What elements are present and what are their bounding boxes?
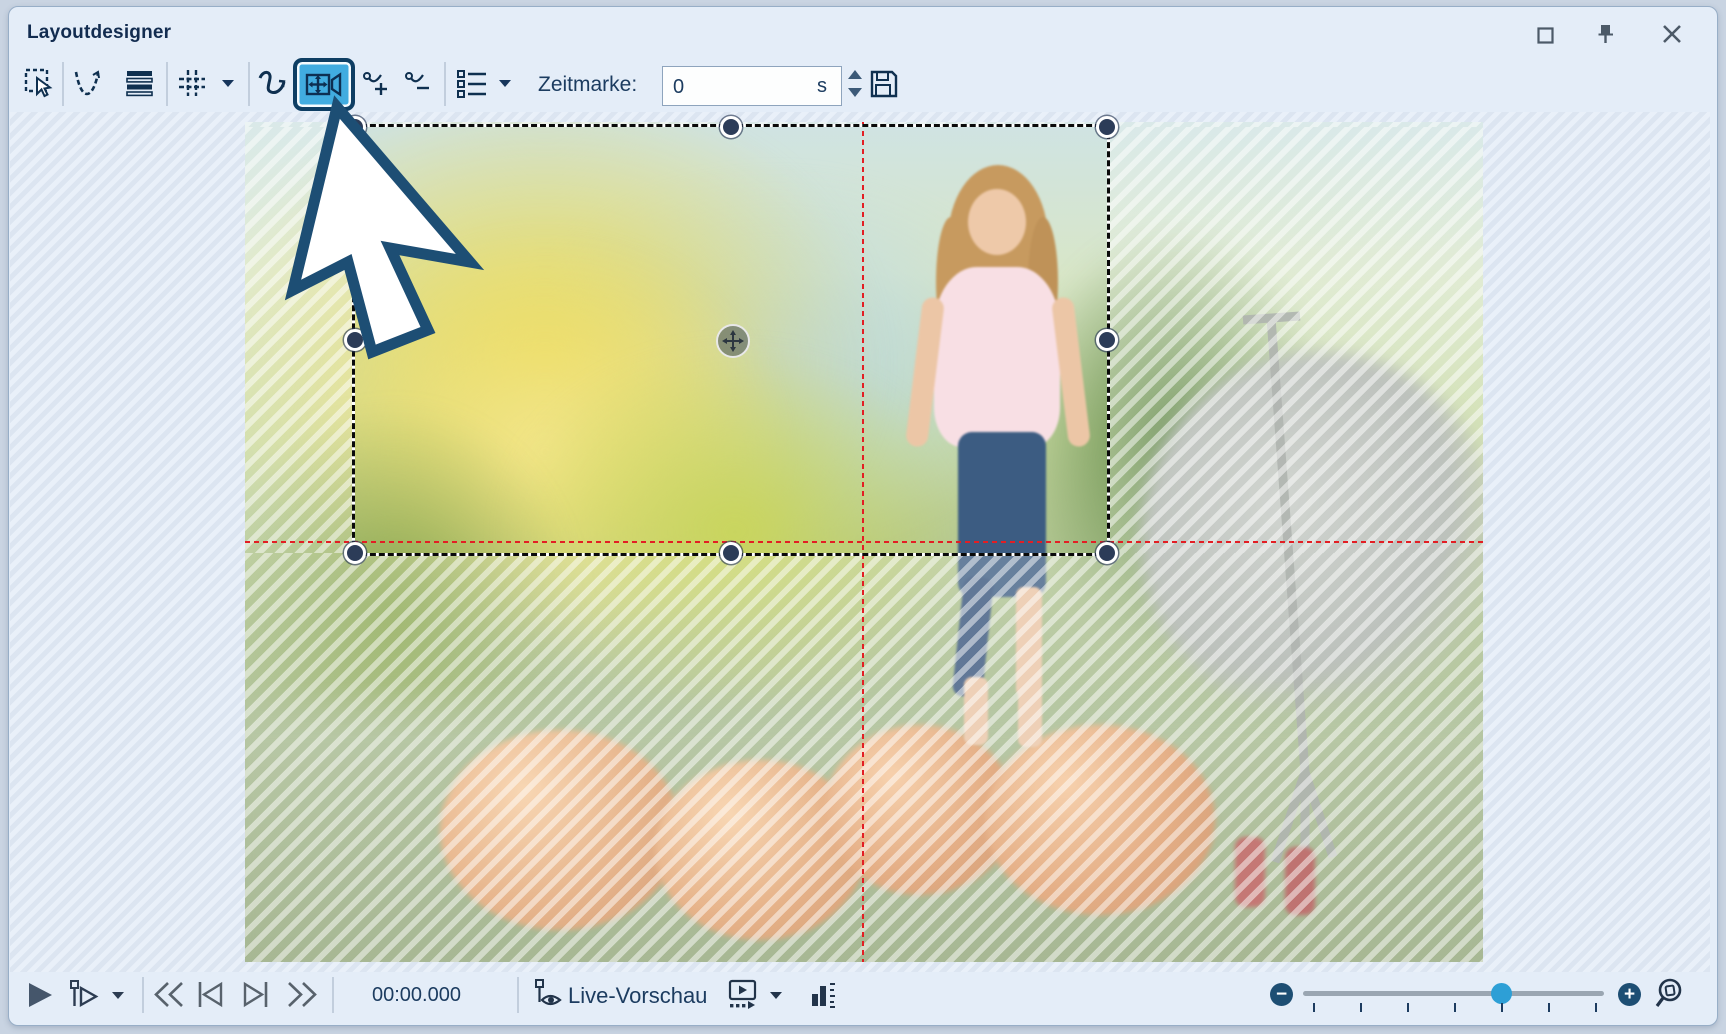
add-keyframe-button[interactable] — [360, 68, 392, 100]
move-arrows-icon — [722, 330, 744, 352]
selection-move-handle[interactable] — [716, 324, 750, 358]
mask-band-bottom — [245, 553, 1483, 962]
transport-separator — [517, 977, 519, 1013]
zeitmarke-label: Zeitmarke: — [538, 73, 637, 97]
camera-pan-icon — [304, 69, 344, 101]
zeitmarke-unit: s — [817, 75, 827, 98]
selection-handle-bottom-right[interactable] — [1096, 542, 1118, 564]
grid-dropdown-arrow[interactable] — [222, 80, 234, 87]
zoom-tick — [1548, 1003, 1550, 1012]
mask-band-left — [245, 127, 355, 553]
zoom-fit-icon — [1655, 977, 1689, 1011]
selection-handle-top-right[interactable] — [1096, 116, 1118, 138]
zeitmarke-spin-up[interactable] — [848, 70, 862, 79]
object-list-button[interactable] — [455, 68, 489, 100]
object-list-dropdown-arrow[interactable] — [499, 80, 511, 87]
selection-handle-top-left[interactable] — [344, 116, 366, 138]
window-title: Layoutdesigner — [27, 22, 171, 44]
fast-forward-icon — [284, 981, 318, 1008]
zoom-in-label: + — [1624, 985, 1635, 1004]
previous-frame-button[interactable] — [196, 981, 226, 1013]
live-preview-pin-eye-icon — [533, 978, 565, 1010]
zeitmarke-spin-down[interactable] — [848, 88, 862, 97]
add-keyframe-icon — [360, 68, 392, 100]
remove-keyframe-icon — [402, 68, 434, 100]
path-curve-button[interactable] — [72, 68, 104, 98]
layers-button[interactable] — [124, 68, 156, 98]
previous-frame-icon — [196, 981, 226, 1008]
save-button[interactable] — [868, 68, 900, 100]
zoom-tick — [1595, 1003, 1597, 1012]
play-dropdown-arrow[interactable] — [112, 992, 124, 999]
maximize-icon — [1537, 27, 1554, 44]
zoom-slider-track[interactable] — [1303, 991, 1604, 996]
transport-separator — [142, 977, 144, 1013]
toolbar-separator — [248, 62, 250, 106]
zeitmarke-input[interactable] — [671, 71, 795, 103]
play-icon — [25, 981, 55, 1009]
zoom-tick — [1313, 1003, 1315, 1012]
motion-path-button[interactable] — [256, 68, 290, 100]
live-preview-toggle[interactable] — [533, 978, 565, 1015]
zeitmarke-input-box: s — [662, 66, 842, 106]
zoom-in-button[interactable]: + — [1618, 983, 1641, 1006]
select-tool-icon — [24, 68, 54, 100]
zoom-out-button[interactable]: − — [1270, 983, 1293, 1006]
pin-button[interactable] — [1589, 19, 1623, 49]
zoom-tick — [1454, 1003, 1456, 1012]
selection-handle-bottom-left[interactable] — [344, 542, 366, 564]
preview-window-button[interactable] — [727, 979, 759, 1016]
selection-handle-middle-right[interactable] — [1096, 329, 1118, 351]
preview-window-icon — [727, 979, 759, 1011]
toolbar-separator — [444, 62, 446, 106]
live-preview-label: Live-Vorschau — [568, 983, 707, 1009]
transport-separator — [332, 977, 334, 1013]
object-list-icon — [455, 68, 489, 100]
toolbar-separator — [166, 62, 168, 106]
audio-levels-button[interactable] — [810, 980, 838, 1015]
play-from-marker-icon — [68, 979, 102, 1009]
close-button[interactable] — [1655, 19, 1689, 49]
timecode-display: 00:00.000 — [372, 984, 461, 1007]
selection-handle-middle-left[interactable] — [344, 329, 366, 351]
rewind-button[interactable] — [153, 981, 187, 1013]
layoutdesigner-screen: Layoutdesigner — [0, 0, 1726, 1034]
grid-button[interactable] — [177, 68, 207, 98]
select-tool-button[interactable] — [24, 68, 54, 100]
zoom-fit-button[interactable] — [1655, 977, 1689, 1016]
grid-icon — [177, 68, 207, 98]
zoom-tick — [1407, 1003, 1409, 1012]
path-curve-icon — [72, 68, 104, 98]
save-icon — [868, 68, 900, 100]
zoom-out-label: − — [1276, 985, 1287, 1004]
zoom-tick — [1360, 1003, 1362, 1012]
toolbar-separator — [62, 62, 64, 106]
mask-band-right — [1107, 127, 1483, 553]
zoom-tick — [1501, 1003, 1503, 1012]
layers-icon — [124, 68, 156, 98]
maximize-button[interactable] — [1528, 20, 1562, 50]
play-button[interactable] — [25, 981, 55, 1014]
fast-forward-button[interactable] — [284, 981, 318, 1013]
close-icon — [1662, 24, 1682, 44]
selection-handle-top-center[interactable] — [720, 116, 742, 138]
next-frame-icon — [240, 981, 270, 1008]
play-from-marker-button[interactable] — [68, 979, 102, 1014]
selection-handle-bottom-center[interactable] — [720, 542, 742, 564]
audio-levels-icon — [810, 980, 838, 1010]
pin-icon — [1596, 23, 1616, 45]
remove-keyframe-button[interactable] — [402, 68, 434, 100]
zoom-slider-thumb[interactable] — [1491, 983, 1512, 1004]
motion-path-icon — [256, 68, 290, 100]
camera-pan-button-active[interactable] — [293, 58, 355, 111]
next-frame-button[interactable] — [240, 981, 270, 1013]
preview-dropdown-arrow[interactable] — [770, 992, 782, 999]
rewind-icon — [153, 981, 187, 1008]
